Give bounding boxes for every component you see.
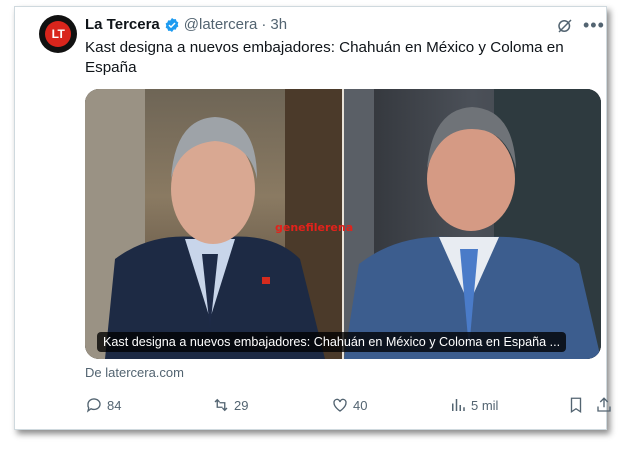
display-name[interactable]: La Tercera	[85, 16, 160, 33]
bookmark-button[interactable]	[567, 396, 589, 414]
card-source-link[interactable]: De latercera.com	[85, 365, 184, 380]
avatar[interactable]: LT	[39, 15, 77, 53]
retweet-button[interactable]: 29	[212, 396, 248, 414]
separator-dot: ·	[261, 16, 267, 33]
tweet-text: Kast designa a nuevos embajadores: Chahu…	[85, 39, 564, 76]
views-button[interactable]: 5 mil	[449, 396, 498, 414]
share-button[interactable]	[595, 396, 617, 414]
views-chart-icon	[452, 399, 465, 411]
retweet-count: 29	[234, 397, 249, 413]
bookmark-icon	[570, 397, 582, 414]
view-count: 5 mil	[471, 397, 499, 413]
photo-coloma	[344, 89, 601, 359]
watermark-text: genefilerena	[275, 221, 354, 234]
like-count: 40	[353, 397, 368, 413]
more-options-icon[interactable]: •••	[583, 15, 605, 36]
heart-icon	[333, 398, 347, 412]
reply-count: 84	[107, 397, 122, 413]
avatar-logo: LT	[45, 21, 71, 47]
share-icon	[597, 397, 611, 412]
card-caption: Kast designa a nuevos embajadores: Chahu…	[97, 332, 567, 352]
reply-button[interactable]: 84	[85, 396, 121, 414]
like-button[interactable]: 40	[331, 396, 367, 414]
verified-badge-icon	[165, 17, 179, 32]
reply-icon	[86, 398, 101, 413]
grok-icon[interactable]	[556, 17, 574, 35]
action-bar: 84 29 40 5 mil	[85, 396, 611, 418]
tweet-header: La Tercera @latercera · 3h	[85, 16, 287, 33]
timestamp[interactable]: 3h	[270, 16, 287, 33]
retweet-icon	[214, 398, 228, 412]
link-card[interactable]: genefilerena Kast designa a nuevos embaj…	[85, 89, 601, 359]
tweet-card[interactable]: LT La Tercera @latercera · 3h ••• Kast d…	[14, 6, 611, 430]
user-handle[interactable]: @latercera	[184, 16, 258, 33]
